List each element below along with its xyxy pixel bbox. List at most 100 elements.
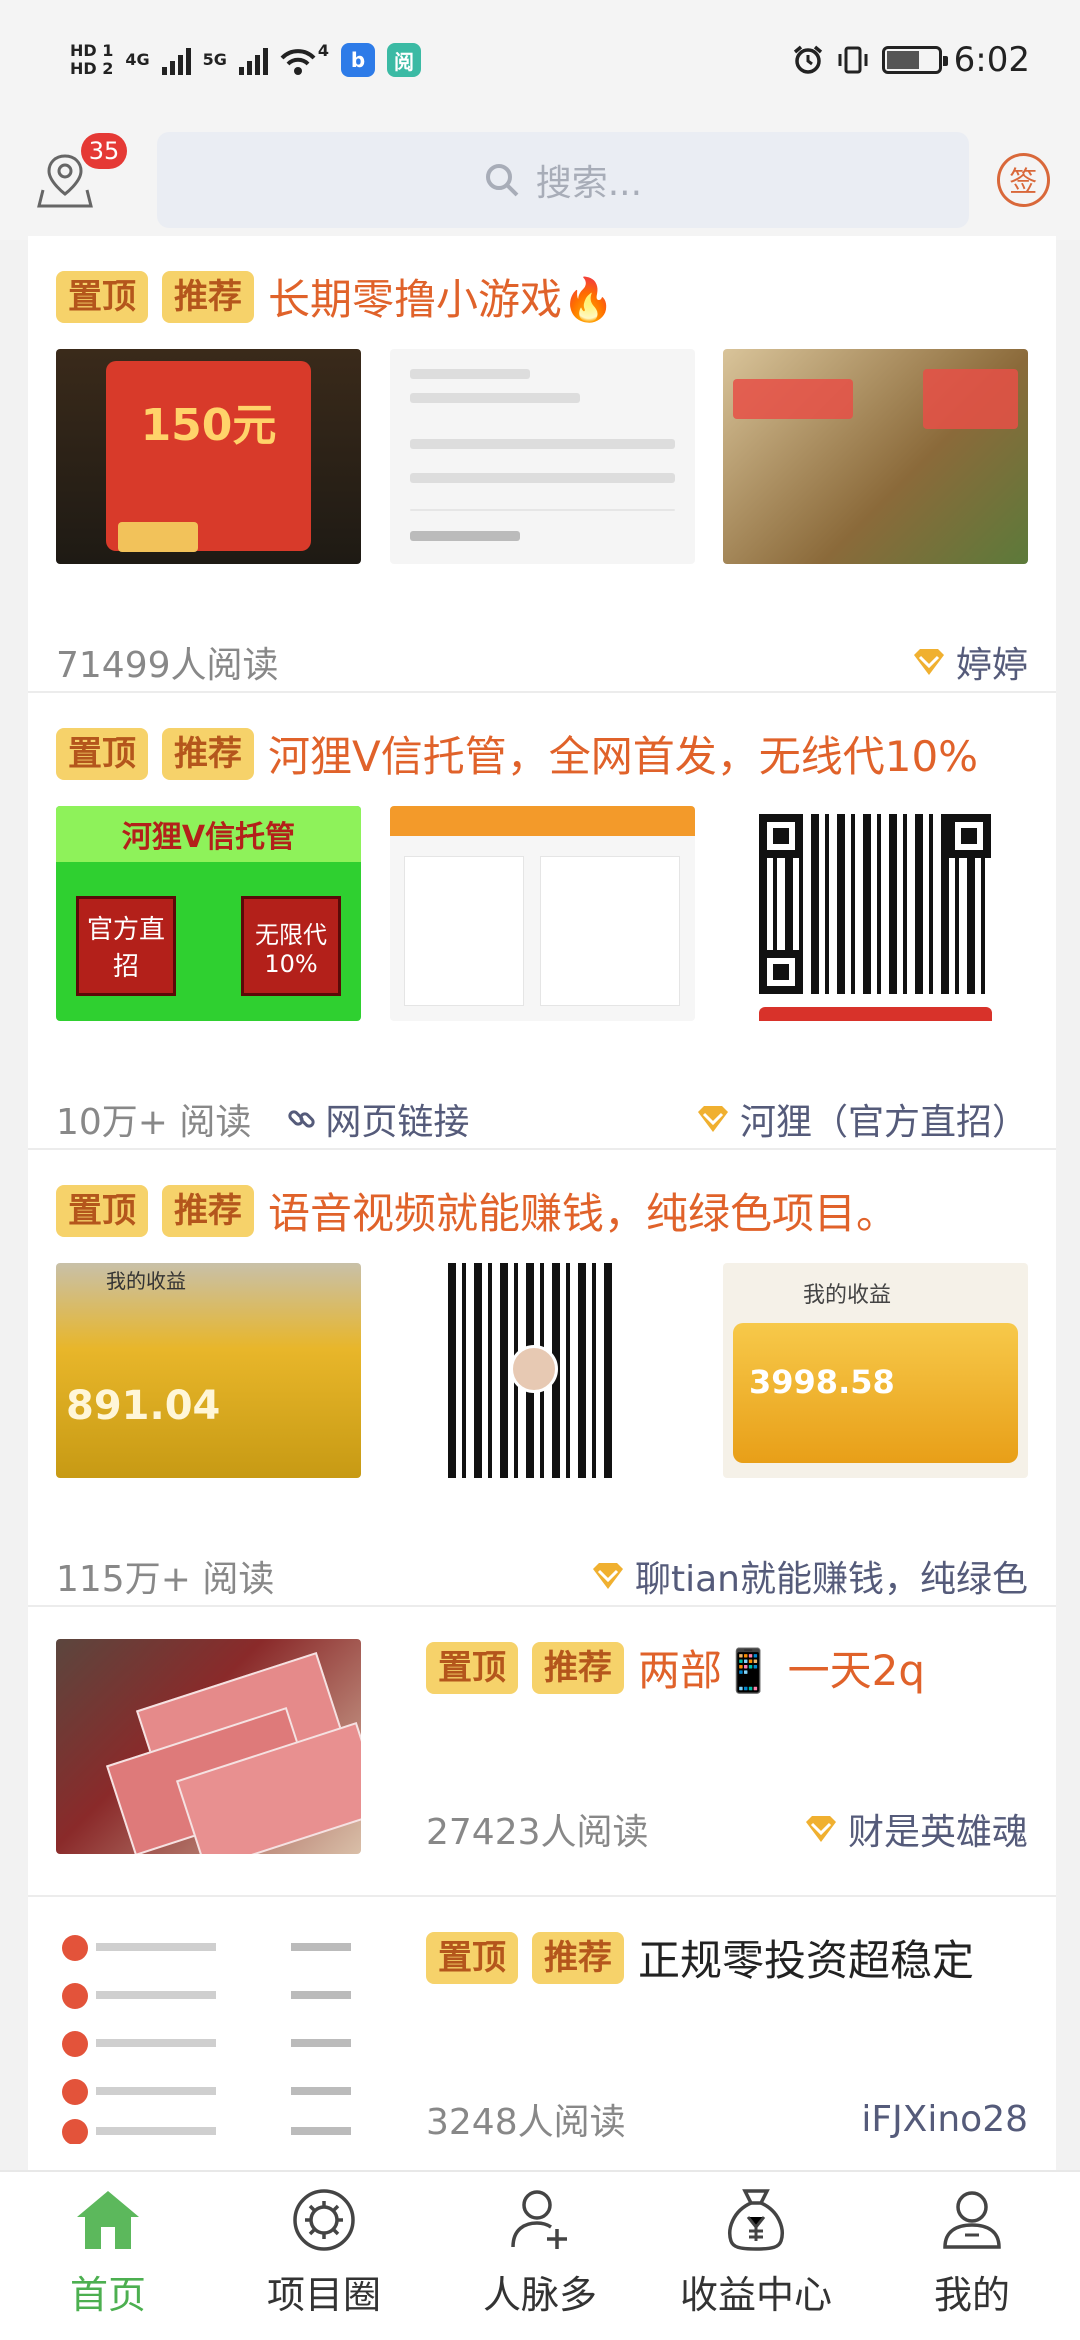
post-thumbnail[interactable]	[56, 1929, 361, 2144]
post-thumbnail[interactable]: 150元	[56, 349, 361, 564]
author[interactable]: 婷婷	[912, 636, 1028, 688]
post-card[interactable]: 置顶 推荐 正规零投资超稳定 3248人阅读 iFJXino28	[28, 1897, 1056, 2187]
read-count: 10万+ 阅读	[56, 1102, 252, 1143]
status-right: 6:02	[792, 40, 1030, 80]
author-name: iFJXino28	[861, 2098, 1028, 2140]
status-left: HD 1 HD 2 4G 5G 4 b 阅	[70, 41, 422, 77]
author[interactable]: 河狸（官方直招）	[696, 1093, 1028, 1145]
post-thumbnails: 我的收益 891.04 我的收益 3998.58	[56, 1263, 1028, 1478]
nav-label: 人脉多	[482, 2273, 597, 2317]
app-read-icon: 阅	[387, 43, 422, 77]
hd2-label: HD 2	[70, 59, 114, 78]
hd-indicator: HD 1 HD 2	[70, 42, 113, 77]
tag-pinned: 置顶	[56, 1184, 148, 1237]
thumbnail-text: 无限代10%	[241, 896, 341, 996]
status-bar: HD 1 HD 2 4G 5G 4 b 阅 6:02	[0, 0, 1080, 120]
nav-home[interactable]: 首页	[0, 2172, 216, 2340]
top-header: 35 搜索... 签	[0, 120, 1080, 240]
net1-label: 4G	[125, 50, 150, 70]
post-meta: 71499人阅读 婷婷	[56, 636, 1028, 688]
post-thumbnail[interactable]	[723, 806, 1028, 1021]
read-count: 27423人阅读	[426, 1812, 649, 1853]
tag-pinned: 置顶	[426, 1931, 518, 1984]
thumbnail-text: 3998.58	[749, 1363, 895, 1401]
nav-me[interactable]: 我的	[864, 2172, 1080, 2340]
tag-pinned: 置顶	[56, 270, 148, 323]
link-icon	[288, 1110, 316, 1128]
post-thumbnail[interactable]: 我的收益 891.04	[56, 1263, 361, 1478]
nav-projects[interactable]: 项目圈	[216, 2172, 432, 2340]
search-icon	[485, 164, 519, 197]
battery-icon	[881, 46, 948, 74]
nav-label: 收益中心	[679, 2273, 832, 2317]
nav-label: 我的	[933, 2273, 1010, 2317]
author-name: 聊tian就能赚钱，纯绿色	[635, 1559, 1028, 1600]
author[interactable]: iFJXino28	[861, 2099, 1028, 2140]
bottom-navigation: 首页 项目圈 人脉多 收益中心 我的	[0, 2170, 1080, 2340]
post-thumbnail[interactable]: 我的收益 3998.58	[723, 1263, 1028, 1478]
web-link[interactable]: 网页链接	[287, 1093, 469, 1145]
post-thumbnails: 河狸V信托管 官方直招 无限代10%	[56, 806, 1028, 1021]
post-meta: 10万+ 阅读 网页链接 河狸（官方直招）	[56, 1093, 1028, 1145]
signal-icon-2	[238, 45, 268, 75]
wifi-icon	[280, 49, 316, 75]
post-card[interactable]: 置顶 推荐 长期零撸小游戏🔥 150元 71499人阅读 婷婷	[28, 236, 1056, 693]
post-meta: 27423人阅读 财是英雄魂	[426, 1803, 1028, 1855]
diamond-icon	[697, 1106, 728, 1132]
wifi-num: 4	[317, 41, 330, 61]
post-thumbnail[interactable]	[389, 1263, 695, 1478]
alarm-icon	[793, 45, 822, 74]
read-count: 3248人阅读	[426, 2102, 626, 2143]
post-meta: 3248人阅读 iFJXino28	[426, 2093, 1028, 2145]
search-placeholder: 搜索...	[535, 163, 643, 204]
diamond-icon	[593, 1563, 623, 1589]
post-thumbnail[interactable]: 河狸V信托管 官方直招 无限代10%	[56, 806, 361, 1021]
app-b-icon: b	[341, 43, 376, 77]
nav-label: 项目圈	[266, 2273, 381, 2317]
thumbnail-text: 河狸V信托管	[56, 806, 361, 862]
screen: HD 1 HD 2 4G 5G 4 b 阅 6:02 35 搜索... 签 置顶…	[0, 0, 1080, 2340]
sign-in-button[interactable]: 签	[996, 153, 1050, 207]
nav-contacts[interactable]: 人脉多	[432, 2172, 648, 2340]
nav-label: 首页	[69, 2273, 146, 2317]
post-card[interactable]: 置顶 推荐 河狸V信托管，全网首发，无线代10% 河狸V信托管 官方直招 无限代…	[28, 693, 1056, 1150]
search-bar[interactable]: 搜索...	[157, 132, 969, 228]
post-card[interactable]: 置顶 推荐 两部📱 一天2q 27423人阅读 财是英雄魂	[28, 1607, 1056, 1897]
author[interactable]: 聊tian就能赚钱，纯绿色	[591, 1550, 1028, 1602]
author[interactable]: 财是英雄魂	[804, 1803, 1028, 1855]
post-thumbnail[interactable]	[389, 806, 695, 1021]
clock: 6:02	[953, 40, 1030, 80]
post-thumbnail[interactable]	[56, 1639, 361, 1854]
tag-recommended: 推荐	[162, 727, 254, 780]
vibrate-icon	[838, 46, 868, 74]
post-title: 正规零投资超稳定	[638, 1936, 975, 1985]
settings-circle-icon	[286, 2182, 362, 2258]
home-icon	[70, 2182, 146, 2258]
post-title: 两部📱 一天2q	[638, 1646, 926, 1695]
thumbnail-text: 我的收益	[106, 1269, 186, 1293]
post-title: 长期零撸小游戏🔥	[268, 275, 615, 324]
diamond-icon	[805, 1816, 836, 1842]
tag-recommended: 推荐	[162, 1184, 254, 1237]
post-card[interactable]: 置顶 推荐 语音视频就能赚钱，纯绿色项目。 我的收益 891.04 我的收益 3…	[28, 1150, 1056, 1607]
thumbnail-text: 150元	[140, 400, 277, 451]
money-bag-icon	[718, 2182, 794, 2258]
location-button[interactable]: 35	[30, 133, 128, 215]
read-count: 71499人阅读	[56, 645, 279, 686]
post-thumbnail[interactable]	[389, 349, 695, 564]
post-thumbnails: 150元	[56, 349, 1028, 564]
post-thumbnail[interactable]	[723, 349, 1028, 564]
tag-recommended: 推荐	[532, 1641, 624, 1694]
hd1-label: HD 1	[70, 41, 114, 61]
post-feed: 置顶 推荐 长期零撸小游戏🔥 150元 71499人阅读 婷婷 置顶 推荐 河狸…	[28, 236, 1056, 2187]
post-title-row: 置顶 推荐 长期零撸小游戏🔥	[56, 266, 614, 327]
net2-label: 5G	[202, 50, 227, 70]
profile-icon	[934, 2182, 1010, 2258]
nav-earnings[interactable]: 收益中心	[648, 2172, 864, 2340]
tag-pinned: 置顶	[56, 727, 148, 780]
post-title-row: 置顶 推荐 河狸V信托管，全网首发，无线代10%	[56, 723, 978, 784]
web-link-label: 网页链接	[325, 1102, 470, 1143]
notification-badge: 35	[80, 133, 128, 169]
author-name: 河狸（官方直招）	[739, 1102, 1028, 1143]
thumbnail-text: 891.04	[66, 1383, 221, 1429]
